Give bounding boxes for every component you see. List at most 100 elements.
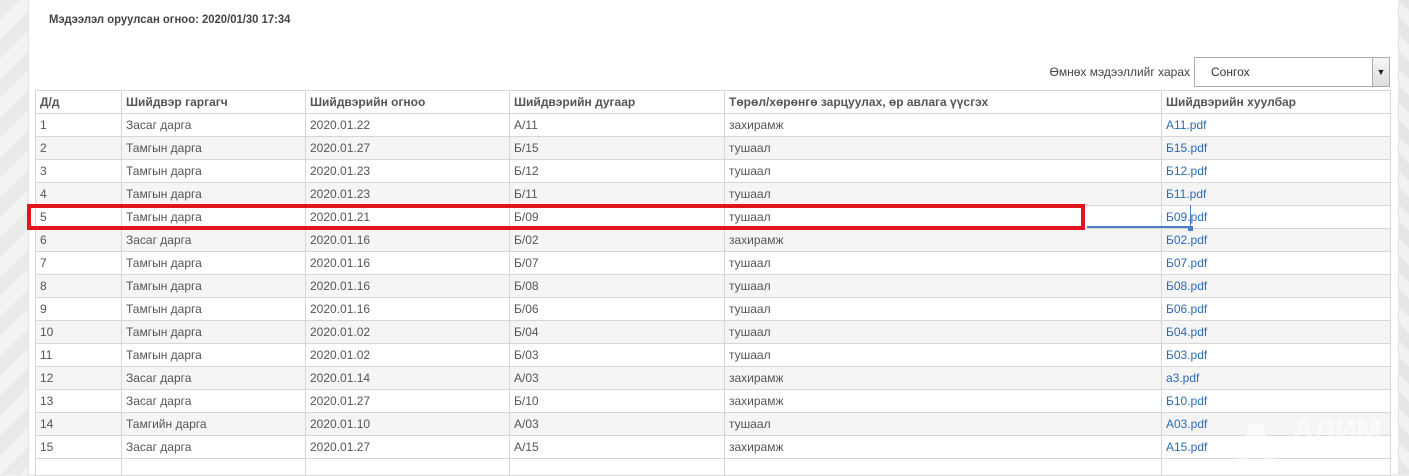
pdf-file-link[interactable]: Б11.pdf xyxy=(1166,187,1206,201)
cell-type: тушаал xyxy=(724,205,1162,229)
table-row[interactable]: 8 Тамгын дарга 2020.01.16 Б/08 тушаал Б08.pdf xyxy=(35,274,1391,298)
history-select[interactable]: Сонгох ▼ xyxy=(1194,57,1390,87)
cell-type: тушаал xyxy=(724,182,1162,206)
cell-type: захирамж xyxy=(724,228,1162,252)
cell-file: Б04.pdf xyxy=(1161,320,1391,344)
cell-date: 2020.01.21 xyxy=(305,205,510,229)
table-row[interactable]: 9 Тамгын дарга 2020.01.16 Б/06 тушаал Б06.pdf xyxy=(35,297,1391,321)
pdf-file-link[interactable]: Б03.pdf xyxy=(1166,348,1207,362)
table-row[interactable]: 12 Засаг дарга 2020.01.14 А/03 захирамж а3.pd… xyxy=(35,366,1391,390)
history-select-value: Сонгох xyxy=(1211,65,1250,79)
cell-file: Б12.pdf xyxy=(1161,159,1391,183)
cell-number: А/15 xyxy=(509,435,725,459)
cell-no: 2 xyxy=(35,136,122,160)
cell-file: А03.pdf xyxy=(1161,412,1391,436)
cell-date: 2020.01.14 xyxy=(305,366,510,390)
pdf-file-link[interactable]: Б06.pdf xyxy=(1166,302,1207,316)
table-row[interactable]: 13 Засаг дарга 2020.01.27 Б/10 захирамж Б10.p… xyxy=(35,389,1391,413)
cell-issuer: Тамгын дарга xyxy=(121,297,306,321)
pdf-file-link[interactable]: Б08.pdf xyxy=(1166,279,1207,293)
table-header-row: Д/д Шийдвэр гаргагч Шийдвэрийн огноо Ший… xyxy=(35,90,1391,114)
cell-date: 2020.01.27 xyxy=(305,389,510,413)
table-row[interactable]: 7 Тамгын дарга 2020.01.16 Б/07 тушаал Б07.pdf xyxy=(35,251,1391,275)
content-panel: Мэдээлэл оруулсан огноо: 2020/01/30 17:3… xyxy=(27,0,1399,476)
cell-number: Б/09 xyxy=(509,205,725,229)
cell-date: 2020.01.27 xyxy=(305,136,510,160)
cell-issuer: Засаг дарга xyxy=(121,435,306,459)
cell-type: тушаал xyxy=(724,320,1162,344)
cell-no: 15 xyxy=(35,435,122,459)
cell-type: тушаал xyxy=(724,136,1162,160)
pdf-file-link[interactable]: А11.pdf xyxy=(1166,118,1206,132)
cell-issuer: Тамгын дарга xyxy=(121,251,306,275)
column-header-no[interactable]: Д/д xyxy=(35,90,122,114)
table-row[interactable]: 15 Засаг дарга 2020.01.27 А/15 захирамж А15.p… xyxy=(35,435,1391,459)
pdf-file-link[interactable]: Б04.pdf xyxy=(1166,325,1207,339)
cell-date: 2020.01.16 xyxy=(305,228,510,252)
pdf-file-link[interactable]: Б10.pdf xyxy=(1166,394,1207,408)
cell-file: Б08.pdf xyxy=(1161,274,1391,298)
cell-number: Б/07 xyxy=(509,251,725,275)
cell-no: 14 xyxy=(35,412,122,436)
cell-number: Б/06 xyxy=(509,297,725,321)
cell-issuer: Тамгын дарга xyxy=(121,182,306,206)
cell-type: тушаал xyxy=(724,274,1162,298)
cell-file: Б07.pdf xyxy=(1161,251,1391,275)
pdf-file-link[interactable]: А03.pdf xyxy=(1166,417,1207,431)
pdf-file-link[interactable]: Б09.pdf xyxy=(1166,210,1207,224)
table-row-empty xyxy=(35,458,1391,476)
cell-issuer: Тамгын дарга xyxy=(121,274,306,298)
table-row[interactable]: 3 Тамгын дарга 2020.01.23 Б/12 тушаал Б12.pdf xyxy=(35,159,1391,183)
pdf-file-link[interactable]: Б12.pdf xyxy=(1166,164,1207,178)
cell-type: захирамж xyxy=(724,389,1162,413)
cell-date: 2020.01.16 xyxy=(305,274,510,298)
cell-file: Б15.pdf xyxy=(1161,136,1391,160)
table-row[interactable]: 1 Засаг дарга 2020.01.22 А/11 захирамж А11.pd… xyxy=(35,113,1391,137)
cell-no: 6 xyxy=(35,228,122,252)
cell-file: А15.pdf xyxy=(1161,435,1391,459)
table-row[interactable]: 6 Засаг дарга 2020.01.16 Б/02 захирамж Б02.pd… xyxy=(35,228,1391,252)
cell-no: 4 xyxy=(35,182,122,206)
column-header-number[interactable]: Шийдвэрийн дугаар xyxy=(509,90,725,114)
cell-date: 2020.01.16 xyxy=(305,251,510,275)
cell-issuer: Засаг дарга xyxy=(121,366,306,390)
cell-no: 8 xyxy=(35,274,122,298)
table-row[interactable]: 11 Тамгын дарга 2020.01.02 Б/03 тушаал Б03.pd… xyxy=(35,343,1391,367)
background-pattern-left xyxy=(0,0,28,474)
column-header-type[interactable]: Төрөл/хөрөнгө зарцуулах, өр авлага үүсгэ… xyxy=(724,90,1162,114)
table-body: 1 Засаг дарга 2020.01.22 А/11 захирамж А11.pd… xyxy=(35,113,1391,476)
column-header-file[interactable]: Шийдвэрийн хуулбар xyxy=(1161,90,1391,114)
cell-date: 2020.01.23 xyxy=(305,182,510,206)
cell-no: 11 xyxy=(35,343,122,367)
pdf-file-link[interactable]: Б02.pdf xyxy=(1166,233,1207,247)
cell-file: Б06.pdf xyxy=(1161,297,1391,321)
cell-no: 1 xyxy=(35,113,122,137)
cell-issuer: Тамгын дарга xyxy=(121,343,306,367)
pdf-file-link[interactable]: Б15.pdf xyxy=(1166,141,1207,155)
cell-no: 13 xyxy=(35,389,122,413)
table-row[interactable]: 14 Тамгийн дарга 2020.01.10 А/03 тушаал А03.p… xyxy=(35,412,1391,436)
cell-date: 2020.01.22 xyxy=(305,113,510,137)
table-row[interactable]: 4 Тамгын дарга 2020.01.23 Б/11 тушаал Б11.pdf xyxy=(35,182,1391,206)
cell-no: 12 xyxy=(35,366,122,390)
table-row[interactable]: 2 Тамгын дарга 2020.01.27 Б/15 тушаал Б15.pdf xyxy=(35,136,1391,160)
pdf-file-link[interactable]: а3.pdf xyxy=(1166,371,1199,385)
table-row[interactable]: 10 Тамгын дарга 2020.01.02 Б/04 тушаал Б04.pd… xyxy=(35,320,1391,344)
upload-date-label: Мэдээлэл оруулсан огноо: 2020/01/30 17:3… xyxy=(49,12,291,26)
cell-issuer: Засаг дарга xyxy=(121,389,306,413)
column-header-date[interactable]: Шийдвэрийн огноо xyxy=(305,90,510,114)
column-header-issuer[interactable]: Шийдвэр гаргагч xyxy=(121,90,306,114)
history-selector-row: Өмнөх мэдээллийг харах Сонгох ▼ xyxy=(1050,56,1390,88)
cell-number: Б/03 xyxy=(509,343,725,367)
cell-no: 9 xyxy=(35,297,122,321)
cell-number: Б/08 xyxy=(509,274,725,298)
cell-selection-handle[interactable] xyxy=(1188,226,1193,231)
cell-type: тушаал xyxy=(724,412,1162,436)
cell-number: Б/12 xyxy=(509,159,725,183)
chevron-down-icon[interactable]: ▼ xyxy=(1372,58,1389,86)
pdf-file-link[interactable]: А15.pdf xyxy=(1166,440,1207,454)
pdf-file-link[interactable]: Б07.pdf xyxy=(1166,256,1207,270)
cell-number: А/03 xyxy=(509,366,725,390)
cell-date: 2020.01.27 xyxy=(305,435,510,459)
cell-date: 2020.01.16 xyxy=(305,297,510,321)
